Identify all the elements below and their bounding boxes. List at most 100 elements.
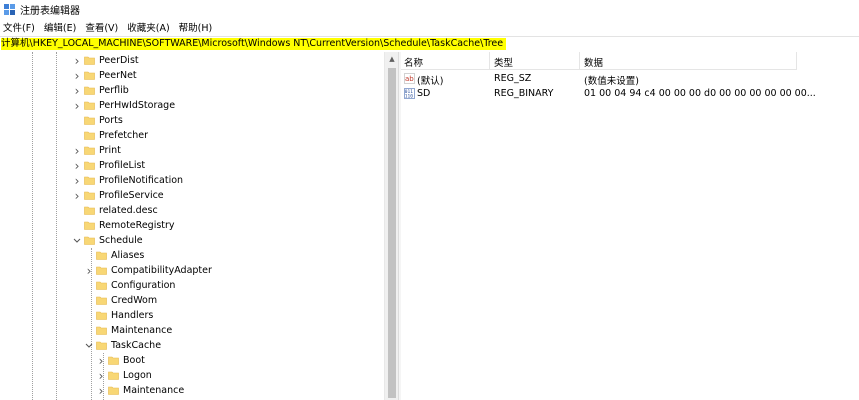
tree-item[interactable]: › Logon: [96, 368, 152, 383]
tree-guide-line: [56, 52, 57, 400]
tree-guide-line: [32, 52, 33, 400]
menu-view[interactable]: 查看(V): [82, 20, 124, 34]
folder-icon: [84, 206, 95, 215]
scroll-up-arrow-icon[interactable]: ▲: [385, 52, 399, 66]
chevron-right-icon[interactable]: ›: [84, 263, 94, 278]
tree-item[interactable]: › Boot: [96, 353, 145, 368]
chevron-right-icon[interactable]: ›: [96, 383, 106, 398]
tree-item[interactable]: TaskCache: [84, 338, 161, 353]
folder-icon: [108, 371, 119, 380]
chevron-right-icon[interactable]: ›: [72, 173, 82, 188]
folder-icon: [84, 131, 95, 140]
folder-icon: [96, 266, 107, 275]
scroll-thumb[interactable]: [388, 68, 396, 398]
svg-text:ab: ab: [405, 75, 414, 83]
tree-item[interactable]: › PerHwIdStorage: [72, 98, 175, 113]
folder-icon: [84, 221, 95, 230]
column-separator[interactable]: [796, 52, 797, 69]
folder-icon: [84, 116, 95, 125]
chevron-right-icon[interactable]: ›: [72, 68, 82, 83]
menu-file[interactable]: 文件(F): [0, 20, 41, 34]
tree-item[interactable]: Aliases: [84, 248, 144, 263]
tree-item-label: Logon: [123, 370, 152, 381]
tree-item-label: ProfileNotification: [99, 175, 184, 186]
value-type: REG_BINARY: [494, 88, 554, 99]
folder-icon: [96, 296, 107, 305]
chevron-right-icon[interactable]: ›: [72, 53, 82, 68]
tree-item-label: Prefetcher: [99, 130, 149, 141]
tree-item[interactable]: RemoteRegistry: [72, 218, 175, 233]
chevron-down-icon[interactable]: [84, 338, 94, 353]
value-name: (默认): [417, 76, 444, 87]
tree-item[interactable]: Handlers: [84, 308, 153, 323]
tree-item-label: CredWom: [111, 295, 158, 306]
tree-item[interactable]: › PeerNet: [72, 68, 137, 83]
tree-item[interactable]: › Print: [72, 143, 121, 158]
tree-item[interactable]: › Maintenance: [96, 383, 185, 398]
tree-item[interactable]: related.desc: [72, 203, 158, 218]
tree-scrollbar[interactable]: ▲: [384, 52, 399, 400]
tree-item-label: Ports: [99, 115, 123, 126]
tree-item-label: PeerDist: [99, 55, 139, 66]
column-type-header[interactable]: 类型: [494, 55, 513, 69]
values-list[interactable]: 名称 类型 数据 ab (默认) REG_SZ (数值未设置) 011 110 SD REG_…: [401, 52, 859, 400]
tree-item-label: Maintenance: [111, 325, 173, 336]
chevron-right-icon[interactable]: ›: [96, 368, 106, 383]
chevron-right-icon[interactable]: ›: [72, 98, 82, 113]
values-header: 名称 类型 数据: [401, 52, 797, 70]
tree-item-label: related.desc: [99, 205, 158, 216]
tree-item[interactable]: › ProfileList: [72, 158, 146, 173]
string-value-icon: ab: [404, 73, 415, 84]
window-title: 注册表编辑器: [20, 5, 80, 17]
tree-item[interactable]: › Perflib: [72, 83, 129, 98]
folder-icon: [96, 251, 107, 260]
tree-item[interactable]: Schedule: [72, 233, 143, 248]
folder-icon: [108, 356, 119, 365]
tree-item[interactable]: › ProfileNotification: [72, 173, 183, 188]
column-separator[interactable]: [579, 52, 580, 69]
value-type: REG_SZ: [494, 73, 532, 84]
menu-help[interactable]: 帮助(H): [176, 20, 219, 34]
tree-item-label: Configuration: [111, 280, 176, 291]
column-separator[interactable]: [489, 52, 490, 69]
tree-item-label: Maintenance: [123, 385, 185, 396]
chevron-right-icon[interactable]: ›: [72, 188, 82, 203]
tree-item-label: CompatibilityAdapter: [111, 265, 212, 276]
tree-item-label: Handlers: [111, 310, 154, 321]
tree-item[interactable]: Maintenance: [84, 323, 172, 338]
tree-item[interactable]: Configuration: [84, 278, 175, 293]
column-data-header[interactable]: 数据: [584, 55, 603, 69]
value-row[interactable]: ab (默认) REG_SZ (数值未设置): [401, 72, 859, 87]
address-bar[interactable]: 计算机\HKEY_LOCAL_MACHINE\SOFTWARE\Microsof…: [0, 36, 859, 53]
value-data: 01 00 04 94 c4 00 00 00 d0 00 00 00 00 0…: [584, 88, 816, 99]
folder-icon: [96, 341, 107, 350]
tree-item[interactable]: CredWom: [84, 293, 157, 308]
menu-favorites[interactable]: 收藏夹(A): [124, 20, 175, 34]
folder-icon: [84, 56, 95, 65]
chevron-right-icon[interactable]: ›: [72, 143, 82, 158]
menu-edit[interactable]: 编辑(E): [41, 20, 82, 34]
chevron-right-icon[interactable]: ›: [72, 83, 82, 98]
svg-text:110: 110: [405, 94, 413, 100]
tree-item-label: PerHwIdStorage: [99, 100, 176, 111]
title-bar: 注册表编辑器: [0, 0, 859, 18]
chevron-right-icon[interactable]: ›: [72, 158, 82, 173]
chevron-down-icon[interactable]: [72, 233, 82, 248]
tree-item[interactable]: › PeerDist: [72, 53, 139, 68]
key-tree[interactable]: › PeerDist › PeerNet › Perflib › PerHwIdStorage…: [0, 52, 384, 400]
tree-item[interactable]: Prefetcher: [72, 128, 148, 143]
value-row[interactable]: 011 110 SD REG_BINARY 01 00 04 94 c4 00 00 0…: [401, 87, 859, 102]
column-name-header[interactable]: 名称: [404, 55, 423, 69]
tree-item[interactable]: › CompatibilityAdapter: [84, 263, 212, 278]
tree-item[interactable]: › ProfileService: [72, 188, 164, 203]
address-path[interactable]: 计算机\HKEY_LOCAL_MACHINE\SOFTWARE\Microsof…: [1, 38, 507, 50]
tree-item-label: PeerNet: [99, 70, 137, 81]
chevron-right-icon[interactable]: ›: [96, 353, 106, 368]
tree-item[interactable]: Ports: [72, 113, 123, 128]
folder-icon: [84, 161, 95, 170]
